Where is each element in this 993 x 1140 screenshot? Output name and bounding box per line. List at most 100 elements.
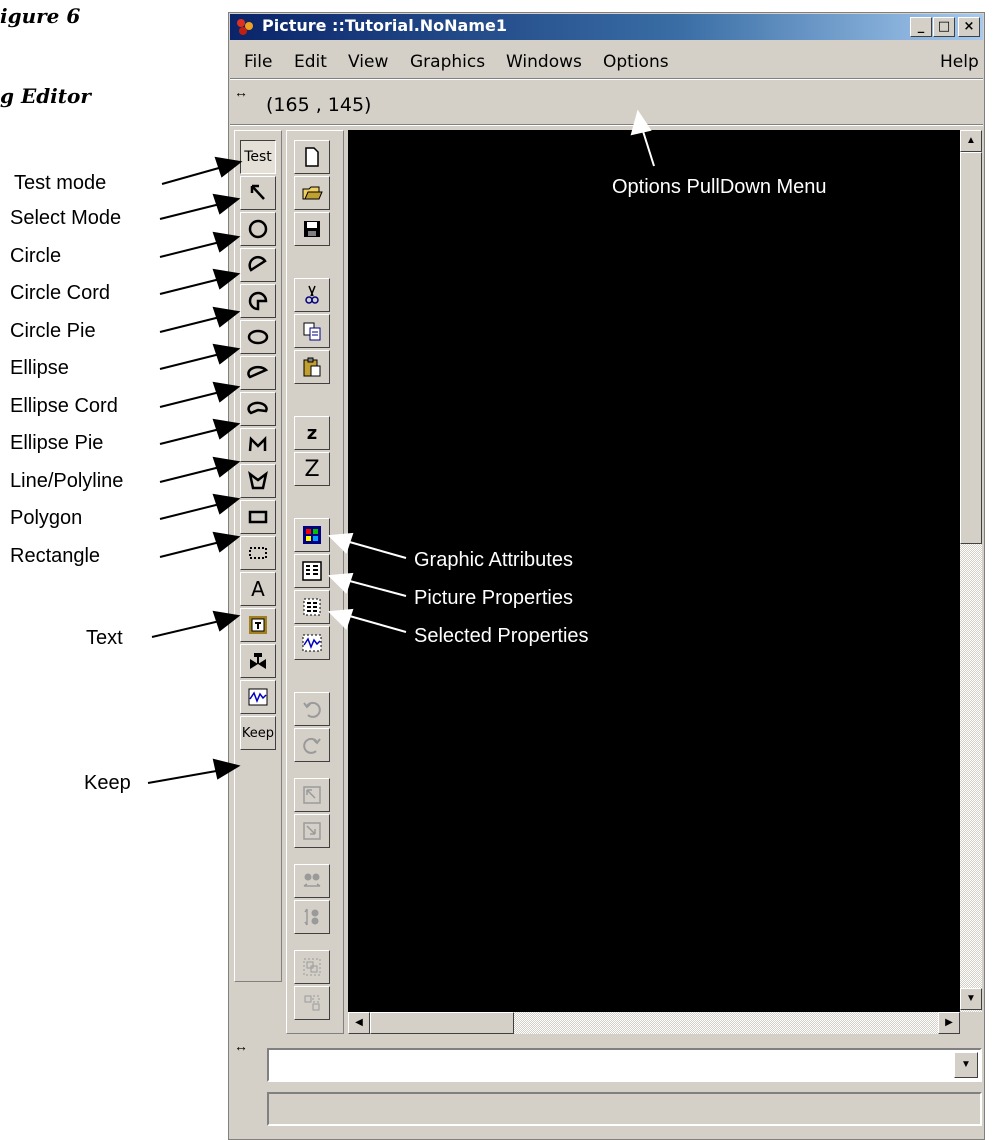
menu-help[interactable]: Help — [940, 52, 979, 72]
send-back-button[interactable] — [294, 814, 330, 848]
line-polyline-button[interactable] — [240, 428, 276, 462]
save-disk-icon — [304, 221, 320, 237]
zoom-in-button[interactable]: z — [294, 416, 330, 450]
close-button[interactable]: × — [958, 17, 980, 37]
paste-icon — [303, 357, 321, 377]
arrow-polygon — [159, 493, 241, 520]
paste-button[interactable] — [294, 350, 330, 384]
image-button[interactable] — [240, 608, 276, 642]
figure-subtitle: g Editor — [0, 84, 91, 108]
circle-icon — [248, 219, 268, 239]
test-mode-button[interactable]: Test — [240, 140, 276, 174]
color-palette-icon — [303, 526, 321, 544]
arrow-icon — [250, 184, 265, 200]
bring-front-icon — [303, 786, 321, 804]
scroll-up-button[interactable]: ▲ — [960, 130, 982, 152]
maximize-button[interactable]: □ — [933, 17, 955, 37]
bring-front-button[interactable] — [294, 778, 330, 812]
callout-selected-properties: Selected Properties — [414, 625, 589, 647]
selected-properties-button[interactable] — [294, 590, 330, 624]
circle-button[interactable] — [240, 212, 276, 246]
ellipse-cord-button[interactable] — [240, 356, 276, 390]
trend-button[interactable] — [240, 680, 276, 714]
callout-test-mode: Test mode — [14, 172, 107, 194]
ellipse-button[interactable] — [240, 320, 276, 354]
redo-button[interactable] — [294, 728, 330, 762]
callout-ellipse-pie: Ellipse Pie — [10, 432, 104, 454]
dotted-rect-button[interactable] — [240, 536, 276, 570]
arrow-line-polyline — [159, 456, 241, 483]
callout-line-polyline: Line/Polyline — [10, 470, 124, 492]
open-button[interactable] — [294, 176, 330, 210]
redo-icon — [303, 737, 321, 754]
cursor-coordinates: (165 , 145) — [266, 94, 372, 116]
callout-circle: Circle — [10, 245, 62, 267]
picture-properties-button[interactable] — [294, 554, 330, 588]
menu-windows[interactable]: Windows — [506, 52, 582, 72]
minimize-button[interactable]: _ — [910, 17, 932, 37]
valve-icon — [250, 653, 266, 669]
window-title: Picture ::Tutorial.NoName1 — [262, 16, 507, 35]
circle-cord-icon — [248, 256, 267, 272]
rectangle-icon — [248, 510, 268, 524]
horizontal-scroll-thumb[interactable] — [370, 1012, 514, 1034]
menu-file[interactable]: File — [244, 52, 272, 72]
ungroup-button[interactable] — [294, 986, 330, 1020]
polygon-icon — [248, 470, 268, 490]
circle-pie-icon — [248, 291, 268, 311]
menu-options[interactable]: Options — [603, 52, 669, 72]
status-field — [267, 1092, 982, 1126]
arrow-rectangle — [159, 531, 241, 558]
scroll-right-button[interactable]: ▶ — [938, 1012, 960, 1034]
menu-separator — [230, 78, 983, 80]
rectangle-button[interactable] — [240, 500, 276, 534]
copy-button[interactable] — [294, 314, 330, 348]
scroll-down-button[interactable]: ▼ — [960, 988, 982, 1010]
arrow-circle — [159, 231, 241, 258]
arrow-circle-cord — [159, 268, 241, 295]
copy-icon — [303, 322, 321, 341]
ellipse-icon — [247, 329, 269, 345]
menu-edit[interactable]: Edit — [294, 52, 327, 72]
figure-title: igure 6 — [0, 4, 81, 28]
group-button[interactable] — [294, 950, 330, 984]
callout-polygon: Polygon — [10, 507, 83, 529]
vertical-scroll-thumb[interactable] — [960, 152, 982, 544]
cut-button[interactable] — [294, 278, 330, 312]
new-button[interactable] — [294, 140, 330, 174]
menu-view[interactable]: View — [348, 52, 388, 72]
callout-graphic-attributes: Graphic Attributes — [414, 549, 573, 571]
zoom-out-button[interactable]: Z — [294, 452, 330, 486]
trend-properties-button[interactable] — [294, 626, 330, 660]
scissors-icon — [305, 285, 319, 304]
callout-circle-cord: Circle Cord — [10, 282, 111, 304]
valve-button[interactable] — [240, 644, 276, 678]
polygon-button[interactable] — [240, 464, 276, 498]
coords-separator — [230, 124, 983, 126]
text-button[interactable]: A — [240, 572, 276, 606]
align-horizontal-icon — [303, 873, 321, 887]
callout-ellipse-cord: Ellipse Cord — [10, 395, 118, 417]
graphic-attributes-button[interactable] — [294, 518, 330, 552]
undo-icon — [303, 701, 321, 718]
ellipse-pie-button[interactable] — [240, 392, 276, 426]
selected-properties-icon — [303, 598, 321, 616]
align-vertical-button[interactable] — [294, 900, 330, 934]
circle-cord-button[interactable] — [240, 248, 276, 282]
combo-dropdown-button[interactable]: ▼ — [954, 1052, 978, 1078]
keep-button[interactable]: Keep — [240, 716, 276, 750]
undo-button[interactable] — [294, 692, 330, 726]
scroll-left-button[interactable]: ◀ — [348, 1012, 370, 1034]
save-button[interactable] — [294, 212, 330, 246]
circle-pie-button[interactable] — [240, 284, 276, 318]
group-icon — [303, 958, 321, 976]
arrow-ellipse — [159, 343, 241, 370]
arrow-circle-pie — [159, 306, 241, 333]
new-file-icon — [305, 147, 319, 167]
command-combo[interactable] — [267, 1048, 982, 1082]
align-horizontal-button[interactable] — [294, 864, 330, 898]
select-mode-button[interactable] — [240, 176, 276, 210]
menu-graphics[interactable]: Graphics — [410, 52, 485, 72]
callout-circle-pie: Circle Pie — [10, 320, 96, 342]
align-vertical-icon — [304, 908, 319, 926]
